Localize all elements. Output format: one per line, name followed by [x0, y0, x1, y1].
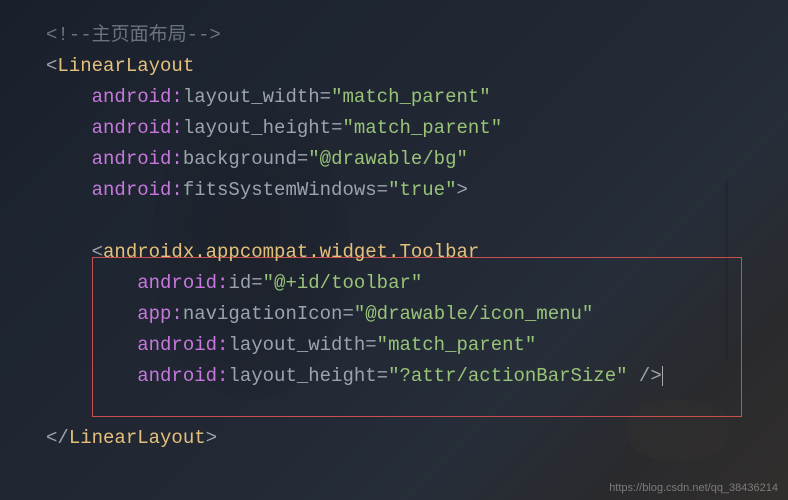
tag-linearlayout-close: LinearLayout — [69, 427, 206, 449]
cursor-icon — [662, 366, 663, 386]
tag-toolbar-open: androidx.appcompat.widget.Toolbar — [103, 241, 479, 263]
tag-linearlayout-open: LinearLayout — [57, 55, 194, 77]
code-line-11: android:layout_width="match_parent" — [46, 330, 788, 361]
code-line-6: android:fitsSystemWindows="true"> — [46, 175, 788, 206]
code-line-9: android:id="@+id/toolbar" — [46, 268, 788, 299]
code-line-5: android:background="@drawable/bg" — [46, 144, 788, 175]
code-line-14: </LinearLayout> — [46, 423, 788, 454]
code-line-12: android:layout_height="?attr/actionBarSi… — [46, 361, 788, 392]
code-line-13-blank — [46, 392, 788, 423]
code-line-4: android:layout_height="match_parent" — [46, 113, 788, 144]
watermark-text: https://blog.csdn.net/qq_38436214 — [609, 482, 778, 494]
code-line-10: app:navigationIcon="@drawable/icon_menu" — [46, 299, 788, 330]
code-block: <!--主页面布局--> <LinearLayout android:layou… — [0, 0, 788, 454]
code-line-2: <LinearLayout — [46, 51, 788, 82]
code-line-1: <!--主页面布局--> — [46, 20, 788, 51]
code-line-8: <androidx.appcompat.widget.Toolbar — [46, 237, 788, 268]
xml-comment: <!--主页面布局--> — [46, 24, 221, 46]
code-line-7-blank — [46, 206, 788, 237]
code-line-3: android:layout_width="match_parent" — [46, 82, 788, 113]
